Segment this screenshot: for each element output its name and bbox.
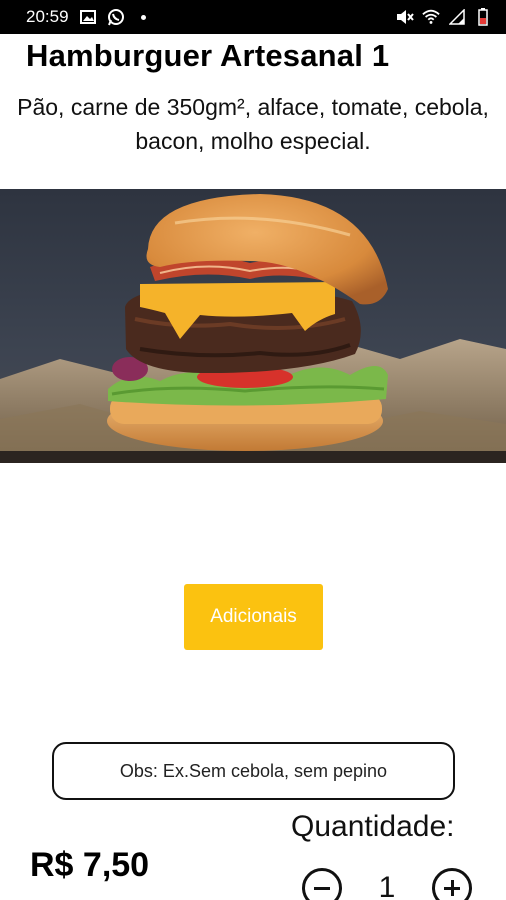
dot-icon [135,9,153,25]
status-bar-right [396,8,492,26]
signal-icon [448,9,466,25]
whatsapp-icon [107,9,125,26]
product-price: R$ 7,50 [30,846,150,884]
increase-quantity-button[interactable] [432,868,472,900]
quantity-value: 1 [378,871,396,900]
mute-icon [396,9,414,25]
status-bar: 20:59 [0,0,506,34]
obs-input[interactable] [52,742,455,800]
wifi-icon [422,9,440,25]
product-description: Pão, carne de 350gm², alface, tomate, ce… [17,94,489,154]
adicionais-button[interactable]: Adicionais [184,584,323,650]
image-icon [79,9,97,25]
quantity-label: Quantidade: [291,810,455,843]
minus-icon [314,887,330,890]
product-title: Hamburguer Artesanal 1 [26,38,390,73]
product-image [0,189,506,463]
quantity-stepper: 1 [302,868,472,900]
decrease-quantity-button[interactable] [302,868,342,900]
status-bar-left: 20:59 [26,7,396,27]
status-time: 20:59 [26,7,69,26]
plus-icon-vertical [450,880,454,896]
battery-icon [474,8,492,26]
